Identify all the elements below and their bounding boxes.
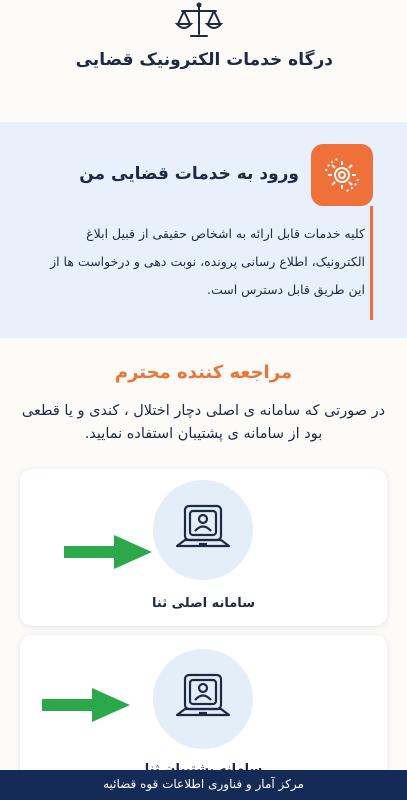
footer-text: مرکز آمار و فناوری اطلاعات قوه قضائیه bbox=[103, 777, 304, 791]
app-title: درگاه خدمات الکترونیک قضایی bbox=[75, 50, 333, 70]
notice-text: در صورتی که سامانه ی اصلی دچار اختلال ، … bbox=[21, 403, 386, 442]
scales-of-justice-icon bbox=[174, 2, 224, 40]
notice-title: مراجعه کننده محترم bbox=[114, 362, 293, 383]
my-judicial-services-card[interactable]: ورود به خدمات قضایی من کلیه خدمات قابل ا… bbox=[0, 122, 407, 338]
login-title: ورود به خدمات قضایی من bbox=[79, 164, 299, 184]
primary-system-label: سامانه اصلی ثنا bbox=[152, 596, 255, 611]
footer: مرکز آمار و فناوری اطلاعات قوه قضائیه bbox=[0, 770, 407, 800]
icon-circle bbox=[153, 649, 253, 749]
gear-service-icon bbox=[311, 144, 373, 206]
icon-circle bbox=[153, 480, 253, 580]
accent-line bbox=[370, 206, 373, 320]
green-arrow-icon bbox=[42, 688, 130, 722]
green-arrow-icon bbox=[64, 535, 152, 569]
laptop-user-icon bbox=[175, 504, 231, 548]
login-description: کلیه خدمات قابل ارائه به اشخاص حقیقی از … bbox=[50, 226, 365, 297]
laptop-user-icon bbox=[175, 673, 231, 717]
header: درگاه خدمات الکترونیک قضایی bbox=[0, 0, 407, 110]
